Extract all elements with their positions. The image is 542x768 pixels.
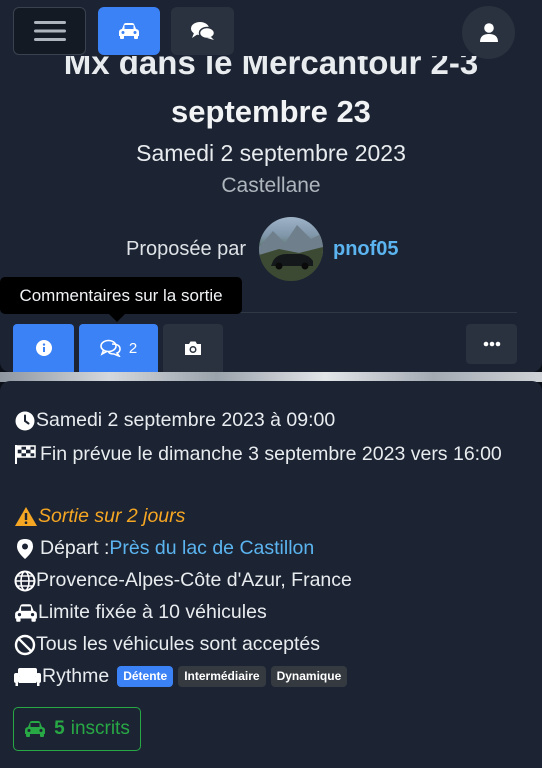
- rhythm-label: Rythme: [42, 665, 110, 687]
- title-clip: Mx dans le Mercantour 2-3: [0, 56, 542, 78]
- departure-place-link[interactable]: Près du lac de Castillon: [109, 537, 314, 560]
- registered-label: inscrits: [70, 718, 130, 739]
- region-text: Provence-Alpes-Côte d'Azur, France: [36, 569, 352, 591]
- duration-row: Sortie sur 2 jours: [14, 505, 185, 528]
- warning-icon: [15, 507, 37, 526]
- ellipsis-icon: [483, 341, 500, 347]
- rhythm-badge-dynamique: Dynamique: [270, 666, 348, 687]
- event-location: Castellane: [221, 174, 321, 197]
- checkered-flag-icon: [15, 445, 36, 464]
- event-title-line2: septembre 23: [171, 94, 371, 129]
- avatar[interactable]: [259, 217, 323, 281]
- start-row: Samedi 2 septembre 2023 à 09:00: [14, 409, 335, 432]
- rhythm-badge-intermediaire: Intermédiaire: [178, 666, 266, 687]
- vehicle-limit-row: Limite fixée à 10 véhicules: [14, 601, 267, 624]
- couch-icon: [14, 668, 41, 686]
- tab-info[interactable]: [13, 324, 74, 372]
- clock-icon: [15, 411, 35, 430]
- map-marker-icon: [17, 538, 33, 559]
- end-datetime: Fin prévue le dimanche 3 septembre 2023 …: [40, 443, 502, 465]
- duration-text: Sortie sur 2 jours: [38, 505, 186, 527]
- hamburger-icon: [33, 21, 66, 41]
- tooltip-arrow: [109, 314, 125, 322]
- menu-button[interactable]: [13, 7, 86, 55]
- vehicle-limit-text: Limite fixée à 10 véhicules: [38, 601, 267, 623]
- tab-photos[interactable]: [163, 324, 223, 372]
- comments-count: 2: [128, 339, 138, 357]
- departure-row: Départ : Près du lac de Castillon: [14, 537, 314, 560]
- event-header-card: Mx dans le Mercantour 2-3 septembre 23 S…: [0, 0, 542, 372]
- tab-comments[interactable]: 2: [79, 324, 158, 372]
- avatar-photo: [259, 225, 323, 281]
- comments-icon: [100, 339, 121, 357]
- car-icon: [25, 721, 46, 737]
- camera-icon: [185, 341, 201, 355]
- messages-button[interactable]: [171, 7, 234, 55]
- departure-label: Départ :: [40, 537, 110, 559]
- registered-button[interactable]: 5 inscrits: [13, 707, 141, 751]
- start-datetime: Samedi 2 septembre 2023 à 09:00: [36, 409, 336, 431]
- top-navbar: [0, 0, 542, 62]
- ban-icon: [14, 634, 36, 655]
- car-icon: [119, 23, 139, 39]
- proposed-by-label: Proposée par: [126, 238, 247, 260]
- vehicles-accepted-row: Tous les véhicules sont acceptés: [14, 633, 320, 656]
- outings-button[interactable]: [98, 7, 160, 55]
- info-icon: [35, 340, 52, 356]
- rhythm-row: Rythme Détente Intermédiaire Dynamique: [14, 665, 348, 688]
- user-icon: [479, 22, 498, 42]
- comments-icon: [190, 22, 215, 40]
- registered-count: 5: [54, 718, 65, 739]
- tooltip: Commentaires sur la sortie: [0, 277, 242, 314]
- rhythm-badge-detente: Détente: [117, 666, 174, 687]
- end-row: Fin prévue le dimanche 3 septembre 2023 …: [14, 438, 529, 470]
- car-icon: [15, 603, 37, 622]
- region-row: Provence-Alpes-Côte d'Azur, France: [14, 569, 352, 592]
- vehicles-accepted-text: Tous les véhicules sont acceptés: [36, 633, 320, 655]
- event-date: Samedi 2 septembre 2023: [136, 140, 406, 166]
- more-options-button[interactable]: [466, 324, 517, 364]
- globe-icon: [14, 570, 36, 591]
- account-button[interactable]: [462, 6, 515, 59]
- event-title-line1: Mx dans le Mercantour 2-3: [63, 56, 479, 78]
- organizer-username[interactable]: pnof05: [333, 238, 399, 261]
